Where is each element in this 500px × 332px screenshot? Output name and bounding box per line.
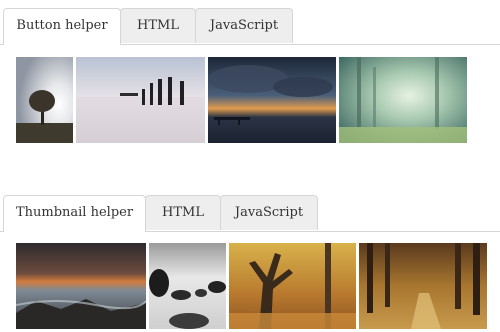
pier-sunset-clouds-image[interactable] [208, 57, 336, 143]
tab-javascript[interactable]: JavaScript [220, 195, 318, 230]
autumn-forest-path-image[interactable] [359, 243, 487, 329]
thumbnail-helper-tab-bar: Thumbnail helper HTML JavaScript [0, 195, 500, 232]
misty-forest-image[interactable] [339, 57, 467, 143]
button-helper-section: Button helper HTML JavaScript [0, 8, 500, 45]
thumbnail-helper-section: Thumbnail helper HTML JavaScript [0, 195, 500, 232]
lone-tree-sunrise-image[interactable] [16, 57, 73, 143]
black-white-rocks-image[interactable] [149, 243, 226, 329]
tab-javascript[interactable]: JavaScript [195, 8, 293, 43]
tab-html[interactable]: HTML [145, 195, 221, 230]
rocky-coast-sunset-image[interactable] [16, 243, 146, 329]
autumn-tree-image[interactable] [229, 243, 356, 329]
tab-button-helper[interactable]: Button helper [3, 8, 121, 45]
button-helper-tab-bar: Button helper HTML JavaScript [0, 8, 500, 45]
tab-html[interactable]: HTML [120, 8, 196, 43]
tab-thumbnail-helper[interactable]: Thumbnail helper [3, 195, 146, 232]
pier-posts-seascape-image[interactable] [76, 57, 205, 143]
